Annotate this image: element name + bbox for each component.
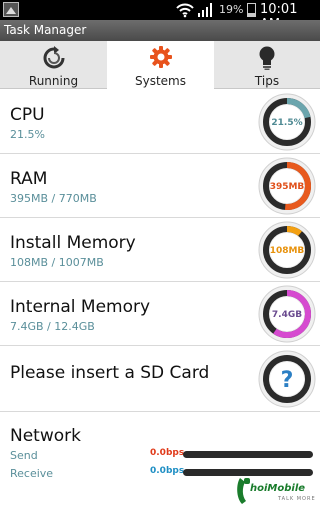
cpu-title: CPU [10, 105, 45, 125]
notification-image-icon [3, 2, 19, 17]
internal-memory-title: Internal Memory [10, 297, 151, 317]
watermark-subtext: TALK MORE [278, 496, 316, 502]
network-section: Network Send Receive 0.0bps 0.0bps [0, 412, 320, 480]
network-title: Network [10, 426, 81, 446]
battery-percent: 19% [219, 3, 244, 16]
install-memory-title: Install Memory [10, 233, 136, 253]
app-title-bar: Task Manager [0, 20, 320, 41]
install-memory-value: 108MB / 1007MB [10, 256, 104, 269]
chaimobile-watermark: hoiMobile TALK MORE [236, 476, 318, 508]
cpu-value: 21.5% [10, 128, 45, 141]
lightbulb-icon [259, 46, 275, 70]
send-label: Send [10, 449, 38, 462]
internal-memory-value: 7.4GB / 12.4GB [10, 320, 95, 333]
list-item-cpu[interactable]: CPU 21.5% 21.5% [0, 90, 320, 154]
send-bar [183, 451, 313, 458]
send-rate: 0.0bps [150, 448, 185, 458]
ram-value: 395MB / 770MB [10, 192, 97, 205]
ram-title: RAM [10, 169, 48, 189]
tab-tips-label: Tips [254, 74, 280, 88]
tab-tips[interactable]: Tips [214, 41, 320, 89]
install-memory-gauge: 108MB [258, 221, 316, 279]
list-item-install-memory[interactable]: Install Memory 108MB / 1007MB 108MB [0, 218, 320, 282]
refresh-icon [43, 46, 64, 69]
list-item-sd-card[interactable]: Please insert a SD Card ? [0, 346, 320, 412]
receive-bar [183, 469, 313, 476]
app-title: Task Manager [4, 23, 87, 37]
ram-gauge-label: 395MB [270, 182, 305, 192]
tab-running-label: Running [28, 74, 79, 88]
gear-icon [149, 46, 172, 68]
list-item-internal-memory[interactable]: Internal Memory 7.4GB / 12.4GB 7.4GB [0, 282, 320, 346]
install-memory-gauge-label: 108MB [270, 246, 305, 256]
list-item-ram[interactable]: RAM 395MB / 770MB 395MB [0, 154, 320, 218]
wifi-icon [176, 3, 194, 18]
receive-label: Receive [10, 467, 54, 480]
battery-icon [247, 3, 256, 17]
cpu-gauge-label: 21.5% [271, 118, 302, 128]
watermark-text: hoiMobile [250, 483, 306, 494]
tab-bar: Running Systems Tips [0, 41, 320, 89]
question-icon: ? [258, 350, 316, 408]
sd-card-title: Please insert a SD Card [10, 363, 210, 383]
signal-icon [198, 3, 212, 17]
svg-text:?: ? [281, 368, 294, 393]
tab-systems[interactable]: Systems [107, 41, 214, 89]
receive-rate: 0.0bps [150, 466, 185, 476]
internal-memory-gauge-label: 7.4GB [272, 310, 302, 320]
tab-running[interactable]: Running [0, 41, 107, 89]
internal-memory-gauge: 7.4GB [258, 285, 316, 343]
ram-gauge: 395MB [258, 157, 316, 215]
cpu-gauge: 21.5% [258, 93, 316, 151]
status-bar: 19% 10:01 AM [0, 0, 320, 32]
tab-systems-label: Systems [135, 74, 186, 88]
